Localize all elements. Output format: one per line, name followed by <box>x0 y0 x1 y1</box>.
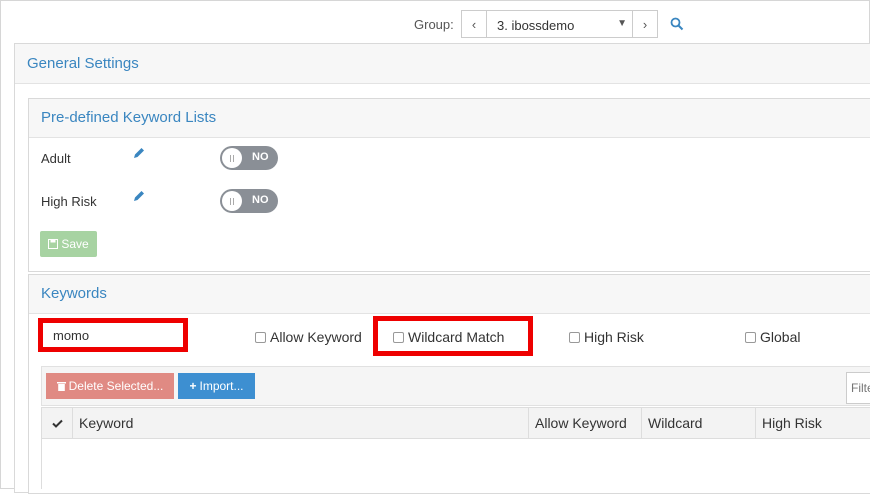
pencil-icon[interactable] <box>132 146 146 160</box>
pencil-icon[interactable] <box>132 189 146 203</box>
delete-selected-button[interactable]: Delete Selected... <box>46 373 174 399</box>
import-button[interactable]: + Import... <box>178 373 255 399</box>
checkbox-box[interactable] <box>569 331 580 343</box>
column-header-high-risk[interactable]: High Risk <box>755 408 866 438</box>
delete-selected-label: Delete Selected... <box>68 379 164 393</box>
caret-down-icon: ▼ <box>617 18 627 29</box>
adult-toggle[interactable]: NO <box>220 146 278 170</box>
wildcard-match-checkbox[interactable]: Wildcard Match <box>393 329 504 345</box>
allow-keyword-checkbox[interactable]: Allow Keyword <box>255 329 362 345</box>
filter-input[interactable] <box>846 372 870 404</box>
high-risk-toggle-state: NO <box>252 194 269 206</box>
table-body <box>41 439 870 489</box>
save-button[interactable]: Save <box>40 231 97 257</box>
global-checkbox[interactable]: Global <box>745 329 800 345</box>
general-settings-header[interactable]: General Settings <box>15 44 870 84</box>
column-header-keyword[interactable]: Keyword <box>72 408 528 438</box>
allow-keyword-label: Allow Keyword <box>270 329 362 345</box>
high-risk-checkbox-label: High Risk <box>584 329 644 345</box>
import-button-label: Import... <box>199 379 244 393</box>
save-button-label: Save <box>61 237 89 251</box>
plus-icon: + <box>189 379 197 393</box>
checkbox-box[interactable] <box>745 331 756 343</box>
keywords-header[interactable]: Keywords <box>29 275 870 314</box>
predefined-lists-title: Pre-defined Keyword Lists <box>41 109 217 126</box>
adult-toggle-state: NO <box>252 151 269 163</box>
general-settings-title: General Settings <box>27 55 139 72</box>
adult-label: Adult <box>41 151 71 166</box>
floppy-disk-icon <box>48 239 59 249</box>
wildcard-match-label: Wildcard Match <box>408 329 505 345</box>
checkbox-box[interactable] <box>255 331 266 343</box>
column-header-allow-keyword[interactable]: Allow Keyword <box>528 408 641 438</box>
global-checkbox-label: Global <box>760 329 801 345</box>
select-all-column[interactable] <box>42 408 72 438</box>
chevron-left-icon: ‹ <box>471 16 477 32</box>
table-header: Keyword Allow Keyword Wildcard High Risk <box>41 407 870 439</box>
group-prev-button[interactable]: ‹ <box>461 10 487 38</box>
toggle-knob <box>222 148 242 168</box>
group-next-button[interactable]: › <box>632 10 658 38</box>
high-risk-toggle[interactable]: NO <box>220 189 278 213</box>
keywords-title: Keywords <box>41 285 107 302</box>
chevron-right-icon: › <box>642 16 648 32</box>
search-icon[interactable] <box>670 17 684 31</box>
group-select-value: 3. ibossdemo <box>497 18 575 33</box>
high-risk-label: High Risk <box>41 194 97 209</box>
predefined-lists-panel: Pre-defined Keyword Lists <box>28 98 870 272</box>
trash-icon <box>56 382 66 391</box>
keyword-input[interactable] <box>38 318 188 352</box>
checkbox-box[interactable] <box>393 331 404 343</box>
checkmark-icon <box>51 419 63 428</box>
high-risk-checkbox[interactable]: High Risk <box>569 329 644 345</box>
group-select[interactable]: 3. ibossdemo ▼ <box>487 10 633 38</box>
column-header-wildcard[interactable]: Wildcard <box>641 408 755 438</box>
toggle-knob <box>222 191 242 211</box>
group-label: Group: <box>414 17 454 32</box>
predefined-lists-header[interactable]: Pre-defined Keyword Lists <box>29 99 870 138</box>
